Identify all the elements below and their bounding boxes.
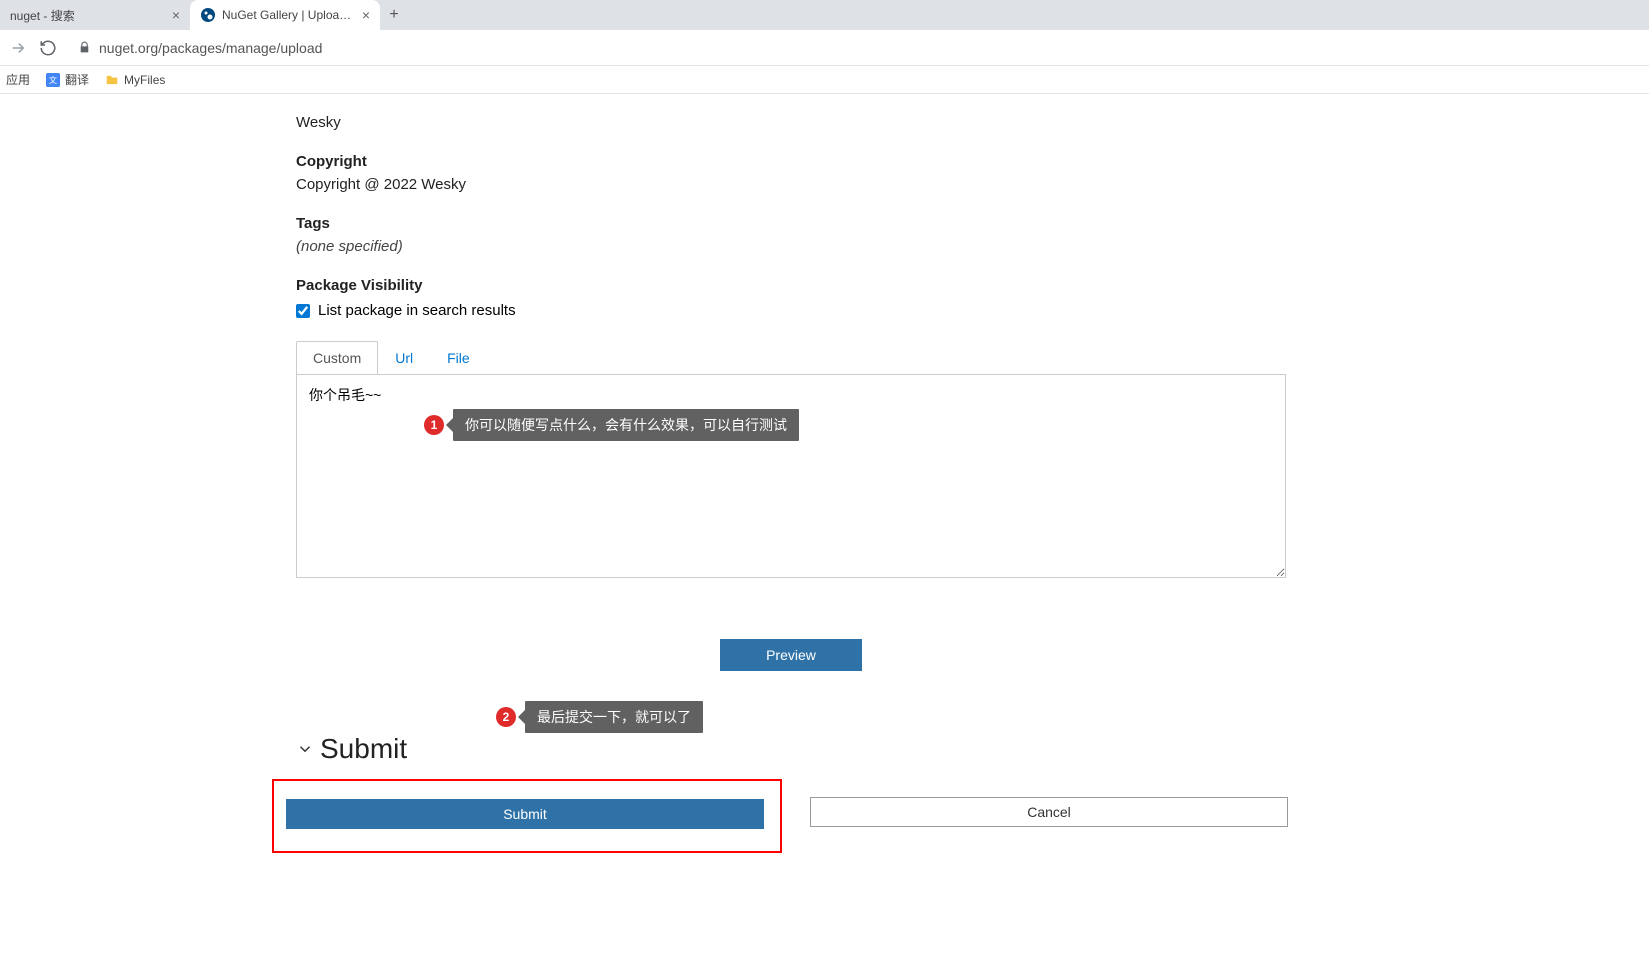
folder-icon <box>105 73 119 87</box>
submit-section: 2 最后提交一下，就可以了 Submit Submit Cancel <box>296 733 1320 853</box>
address-bar[interactable]: nuget.org/packages/manage/upload <box>68 40 1641 56</box>
author-value: Wesky <box>296 114 1320 131</box>
annotation-text-2: 最后提交一下，就可以了 <box>525 701 703 733</box>
annotation-number-2: 2 <box>496 707 516 727</box>
copyright-value: Copyright @ 2022 Wesky <box>296 176 1320 193</box>
annotation-number-1: 1 <box>424 415 444 435</box>
preview-button[interactable]: Preview <box>720 639 862 671</box>
copyright-title: Copyright <box>296 153 1320 170</box>
bookmark-bar: 应用 文 翻译 MyFiles <box>0 66 1649 94</box>
close-icon[interactable]: × <box>172 7 180 23</box>
svg-text:文: 文 <box>49 74 57 84</box>
annotation-arrow-icon <box>518 710 525 724</box>
bookmark-label: 翻译 <box>65 71 89 88</box>
annotation-1: 1 你可以随便写点什么，会有什么效果，可以自行测试 <box>424 409 799 441</box>
reload-icon[interactable] <box>38 38 58 58</box>
url-text: nuget.org/packages/manage/upload <box>99 40 322 56</box>
chevron-down-icon <box>296 740 314 758</box>
preview-row: Preview <box>296 639 1286 671</box>
description-wrapper: 1 你可以随便写点什么，会有什么效果，可以自行测试 <box>296 375 1286 583</box>
tags-title: Tags <box>296 215 1320 232</box>
browser-tab-nuget-search[interactable]: nuget - 搜索 × <box>0 0 190 30</box>
annotation-2: 2 最后提交一下，就可以了 <box>496 701 703 733</box>
annotation-arrow-icon <box>446 418 453 432</box>
tags-value: (none specified) <box>296 238 1320 255</box>
browser-toolbar: nuget.org/packages/manage/upload <box>0 30 1649 66</box>
tab-custom[interactable]: Custom <box>296 341 378 375</box>
list-in-search-checkbox[interactable] <box>296 304 310 318</box>
submit-heading[interactable]: Submit <box>296 733 1320 765</box>
checkbox-label: List package in search results <box>318 302 516 319</box>
description-textarea[interactable] <box>296 374 1286 578</box>
browser-tab-nuget-upload[interactable]: NuGet Gallery | Upload Packa × <box>190 0 380 30</box>
cancel-button[interactable]: Cancel <box>810 797 1288 827</box>
visibility-checkbox-row: List package in search results <box>296 302 1320 319</box>
close-icon[interactable]: × <box>362 7 370 23</box>
lock-icon <box>78 41 91 54</box>
new-tab-button[interactable]: + <box>380 6 408 24</box>
submit-button[interactable]: Submit <box>286 799 764 829</box>
submit-heading-text: Submit <box>320 733 407 765</box>
tags-section: Tags (none specified) <box>296 215 1320 255</box>
visibility-section: Package Visibility List package in searc… <box>296 277 1320 319</box>
forward-icon[interactable] <box>8 38 28 58</box>
browser-tab-bar: nuget - 搜索 × NuGet Gallery | Upload Pack… <box>0 0 1649 30</box>
tab-url[interactable]: Url <box>378 341 430 375</box>
copyright-section: Copyright Copyright @ 2022 Wesky <box>296 153 1320 193</box>
author-section: Wesky <box>296 114 1320 131</box>
description-tabs: Custom Url File <box>296 341 1320 375</box>
button-row: Submit Cancel <box>296 779 1320 853</box>
main-content: Wesky Copyright Copyright @ 2022 Wesky T… <box>0 94 1320 893</box>
bookmark-apps[interactable]: 应用 <box>6 71 30 88</box>
visibility-title: Package Visibility <box>296 277 1320 294</box>
annotation-text-1: 你可以随便写点什么，会有什么效果，可以自行测试 <box>453 409 799 441</box>
bookmark-translate[interactable]: 文 翻译 <box>46 71 89 88</box>
tab-file[interactable]: File <box>430 341 487 375</box>
submit-highlight-box: Submit <box>272 779 782 853</box>
bookmark-myfiles[interactable]: MyFiles <box>105 73 165 87</box>
tab-title: NuGet Gallery | Upload Packa <box>222 8 356 22</box>
nuget-favicon-icon <box>200 7 216 23</box>
tab-title: nuget - 搜索 <box>10 7 166 24</box>
bookmark-label: MyFiles <box>124 73 165 87</box>
bookmark-label: 应用 <box>6 71 30 88</box>
translate-icon: 文 <box>46 73 60 87</box>
